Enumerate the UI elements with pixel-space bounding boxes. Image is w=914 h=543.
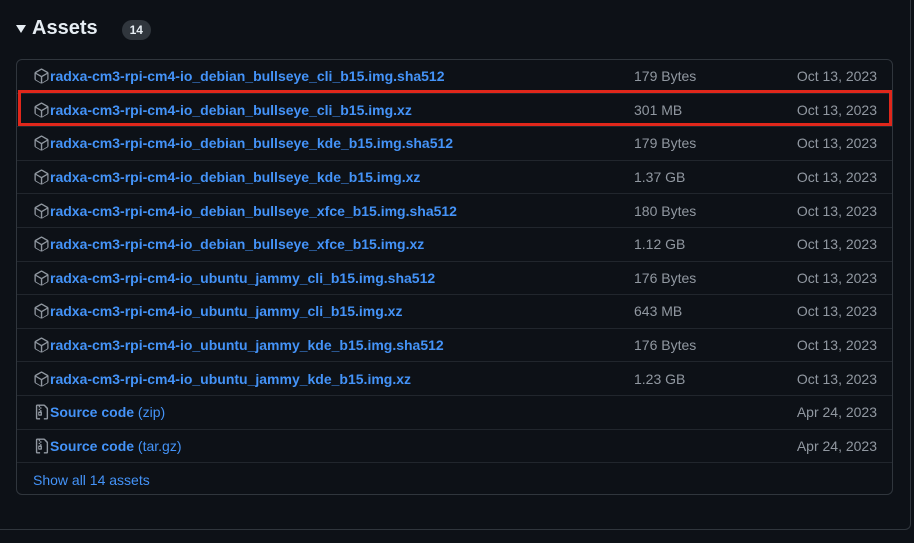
asset-date: Apr 24, 2023 [796, 437, 877, 454]
package-icon [34, 303, 49, 319]
package-icon [34, 68, 49, 84]
asset-row: radxa-cm3-rpi-cm4-io_debian_bullseye_kde… [17, 161, 892, 195]
asset-row: radxa-cm3-rpi-cm4-io_ubuntu_jammy_kde_b1… [17, 329, 892, 363]
package-icon [34, 102, 49, 118]
asset-date: Oct 13, 2023 [796, 337, 877, 354]
asset-size: 180 Bytes [634, 202, 697, 219]
asset-date: Apr 24, 2023 [796, 404, 877, 421]
asset-link[interactable]: radxa-cm3-rpi-cm4-io_debian_bullseye_kde… [50, 135, 453, 151]
asset-size: 176 Bytes [634, 337, 697, 354]
asset-link[interactable]: radxa-cm3-rpi-cm4-io_ubuntu_jammy_cli_b1… [50, 303, 402, 319]
asset-row: radxa-cm3-rpi-cm4-io_debian_bullseye_xfc… [17, 194, 892, 228]
assets-count-badge: 14 [121, 19, 151, 40]
source-code-zip-link[interactable]: Source code (zip) [50, 404, 165, 420]
asset-date: Oct 13, 2023 [796, 269, 877, 286]
file-zip-icon [35, 438, 49, 454]
source-code-format: (zip) [137, 404, 166, 421]
source-code-row: Source code (tar.gz) Apr 24, 2023 [17, 430, 892, 464]
asset-link[interactable]: radxa-cm3-rpi-cm4-io_debian_bullseye_cli… [50, 102, 412, 118]
asset-date: Oct 13, 2023 [796, 68, 877, 85]
show-all-assets-link[interactable]: Show all 14 assets [33, 472, 150, 488]
asset-size: 643 MB [634, 303, 683, 320]
source-code-label: Source code [50, 437, 135, 454]
source-code-targz-link[interactable]: Source code (tar.gz) [50, 438, 182, 454]
assets-title: Assets [32, 16, 98, 39]
asset-date: Oct 13, 2023 [796, 169, 877, 186]
assets-summary-toggle[interactable]: Assets 14 [16, 14, 151, 42]
source-code-row: Source code (zip) Apr 24, 2023 [17, 396, 892, 430]
package-icon [34, 337, 49, 353]
asset-link[interactable]: radxa-cm3-rpi-cm4-io_ubuntu_jammy_kde_b1… [50, 337, 444, 353]
asset-link[interactable]: radxa-cm3-rpi-cm4-io_debian_bullseye_cli… [50, 68, 445, 84]
asset-date: Oct 13, 2023 [796, 202, 877, 219]
asset-date: Oct 13, 2023 [796, 303, 877, 320]
asset-row: radxa-cm3-rpi-cm4-io_debian_bullseye_kde… [17, 127, 892, 161]
file-zip-icon [35, 404, 49, 420]
asset-row: radxa-cm3-rpi-cm4-io_debian_bullseye_xfc… [17, 228, 892, 262]
asset-size: 1.37 GB [634, 169, 686, 186]
asset-size: 1.12 GB [634, 236, 686, 253]
asset-row: radxa-cm3-rpi-cm4-io_ubuntu_jammy_cli_b1… [17, 295, 892, 329]
asset-link[interactable]: radxa-cm3-rpi-cm4-io_debian_bullseye_kde… [50, 169, 420, 185]
asset-date: Oct 13, 2023 [796, 135, 877, 152]
asset-date: Oct 13, 2023 [796, 236, 877, 253]
package-icon [34, 169, 49, 185]
package-icon [34, 135, 49, 151]
assets-list: radxa-cm3-rpi-cm4-io_debian_bullseye_cli… [16, 59, 893, 495]
asset-date: Oct 13, 2023 [796, 370, 877, 387]
asset-row: radxa-cm3-rpi-cm4-io_debian_bullseye_cli… [17, 94, 892, 128]
package-icon [34, 270, 49, 286]
asset-link[interactable]: radxa-cm3-rpi-cm4-io_ubuntu_jammy_cli_b1… [50, 270, 435, 286]
asset-row: radxa-cm3-rpi-cm4-io_debian_bullseye_cli… [17, 60, 892, 94]
asset-row: radxa-cm3-rpi-cm4-io_ubuntu_jammy_kde_b1… [17, 362, 892, 396]
package-icon [34, 236, 49, 252]
asset-link[interactable]: radxa-cm3-rpi-cm4-io_ubuntu_jammy_kde_b1… [50, 371, 411, 387]
asset-size: 179 Bytes [634, 68, 697, 85]
asset-row: radxa-cm3-rpi-cm4-io_ubuntu_jammy_cli_b1… [17, 262, 892, 296]
asset-size: 1.23 GB [634, 370, 686, 387]
assets-footer: Show all 14 assets [17, 463, 892, 494]
triangle-down-icon [16, 25, 26, 33]
asset-link[interactable]: radxa-cm3-rpi-cm4-io_debian_bullseye_xfc… [50, 203, 457, 219]
asset-size: 301 MB [634, 101, 683, 118]
asset-size: 176 Bytes [634, 269, 697, 286]
source-code-format: (tar.gz) [137, 437, 182, 454]
package-icon [34, 203, 49, 219]
source-code-label: Source code [50, 404, 135, 421]
package-icon [34, 371, 49, 387]
asset-date: Oct 13, 2023 [796, 101, 877, 118]
asset-size: 179 Bytes [634, 135, 697, 152]
asset-link[interactable]: radxa-cm3-rpi-cm4-io_debian_bullseye_xfc… [50, 236, 424, 252]
